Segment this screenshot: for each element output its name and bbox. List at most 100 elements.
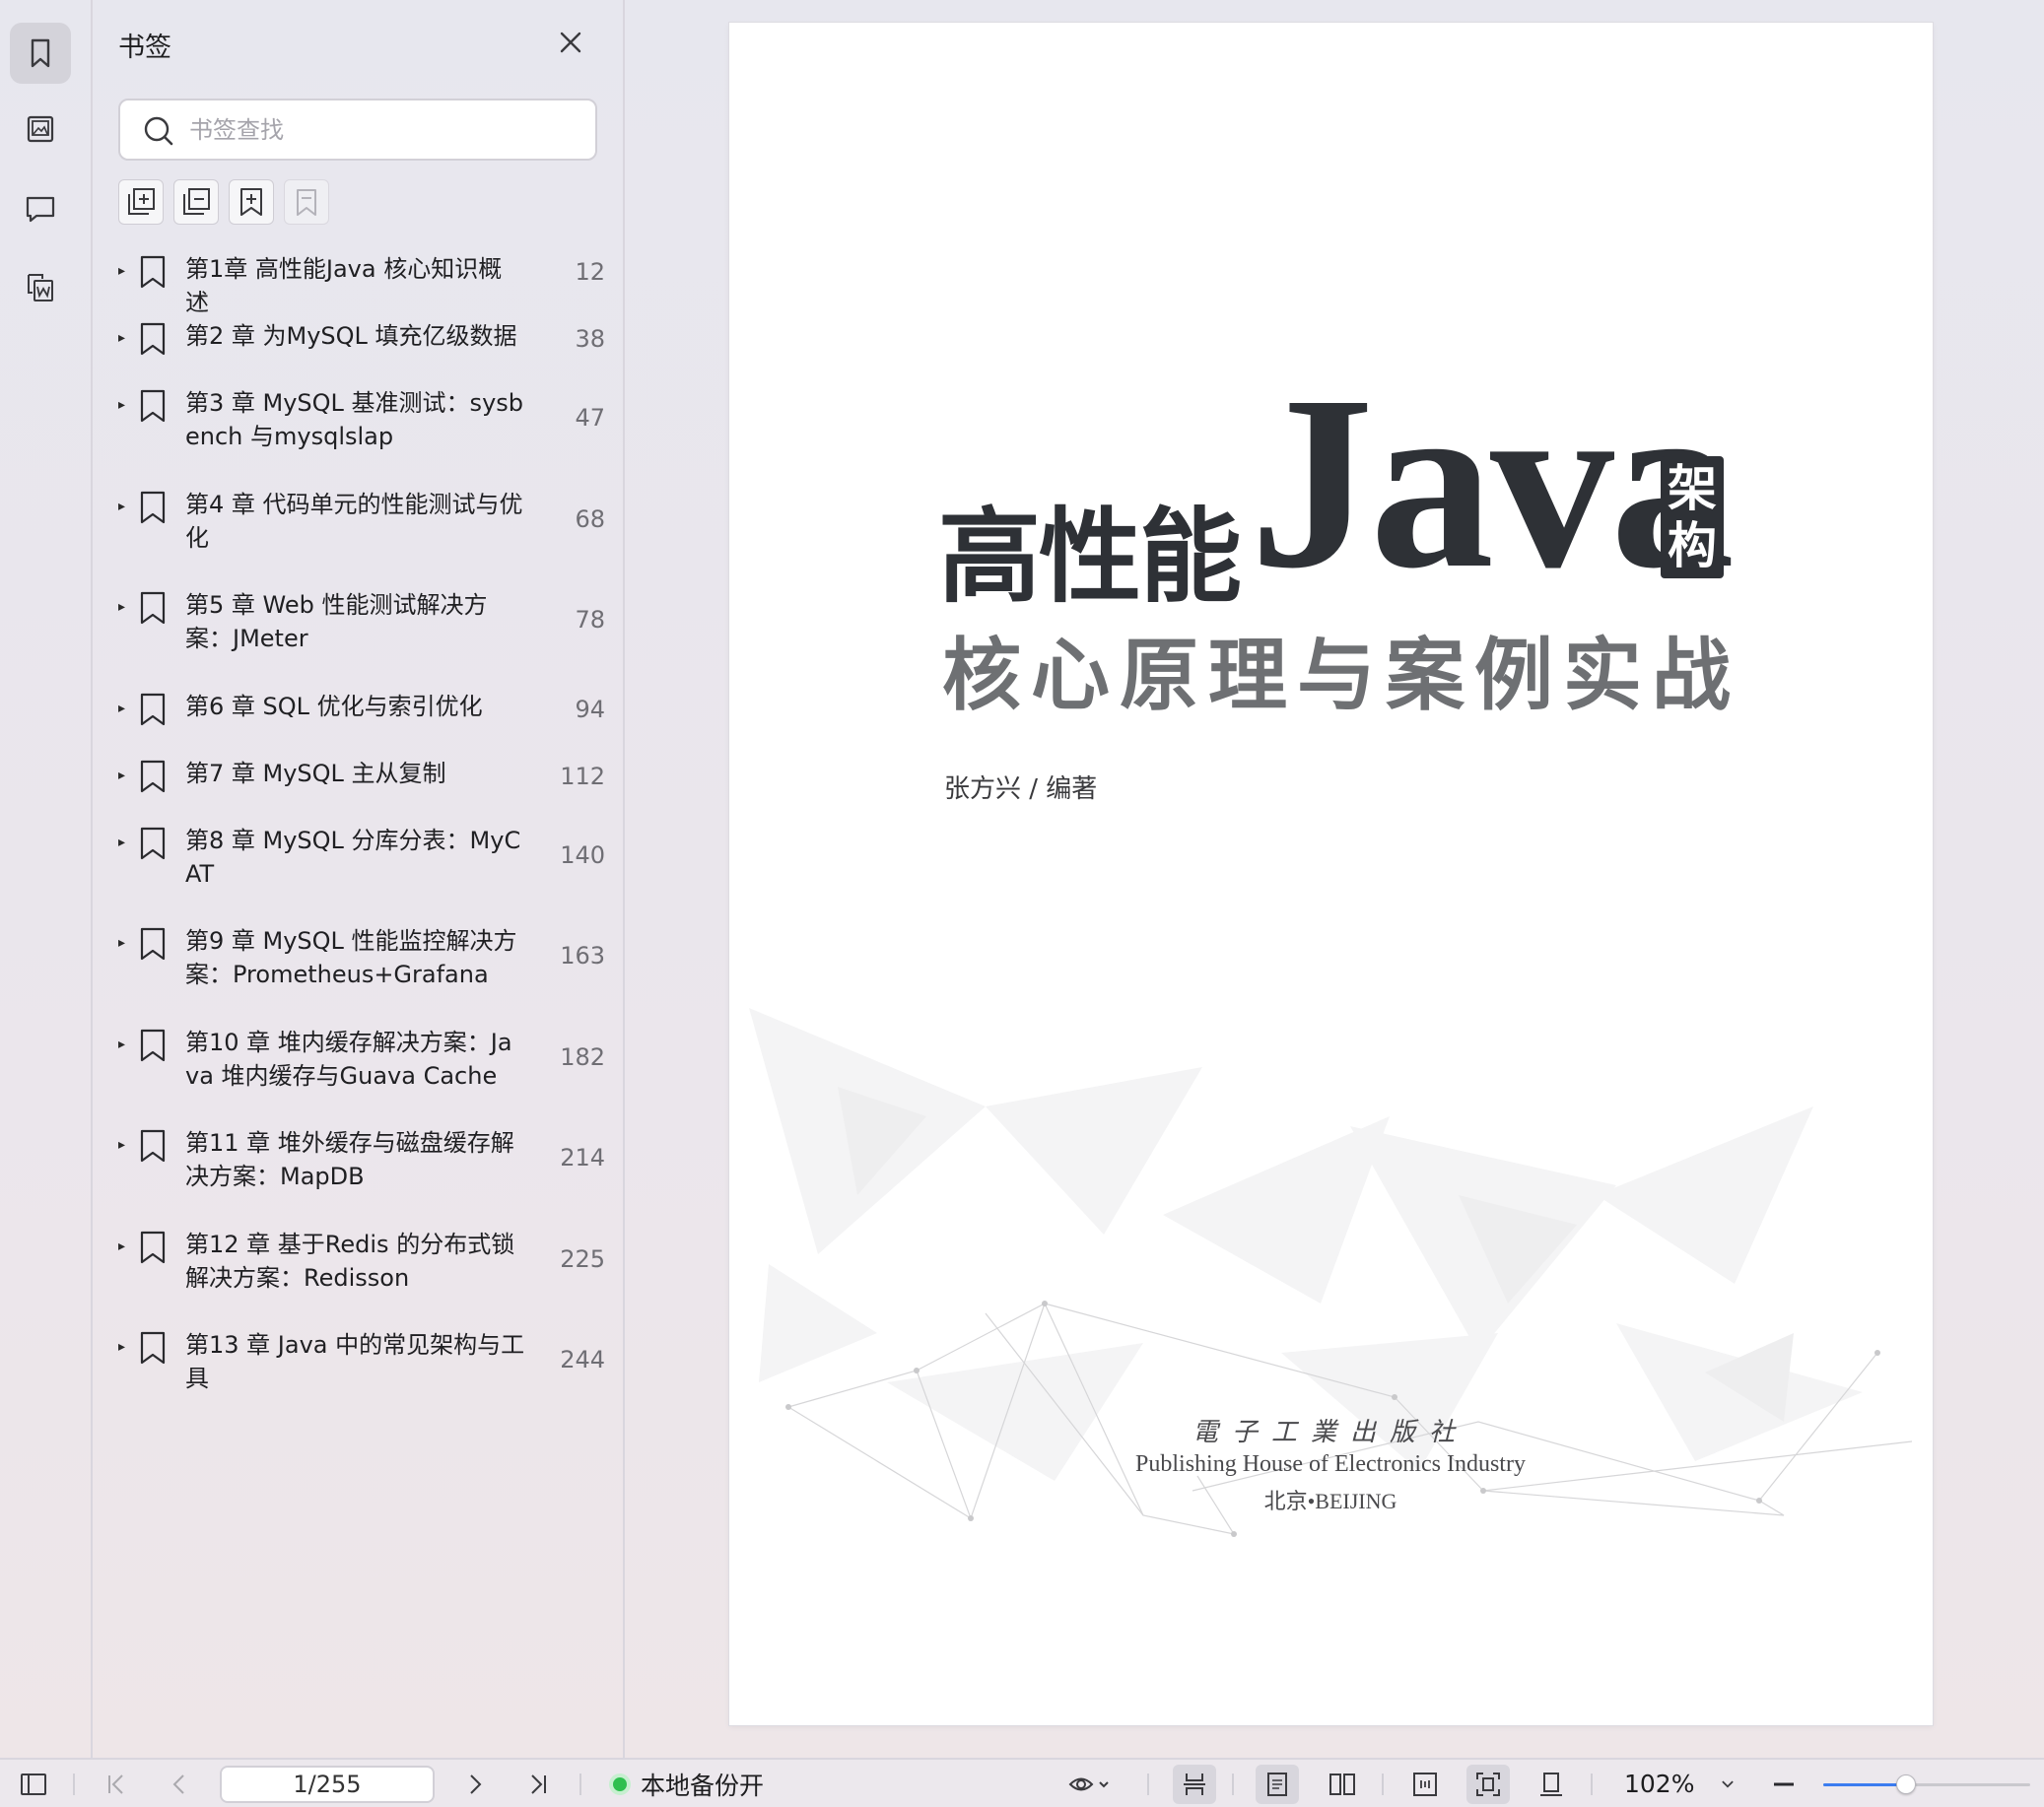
- bookmark-disabled-button[interactable]: [284, 179, 329, 225]
- cover-author: 张方兴 / 编著: [944, 774, 1098, 804]
- expand-arrow-icon[interactable]: ▸: [118, 1138, 132, 1152]
- bookmark-item[interactable]: ▸ 第6 章 SQL 优化与索引优化 94: [118, 690, 611, 741]
- bookmark-item[interactable]: ▸ 第2 章 为MySQL 填充亿级数据 38: [118, 319, 611, 370]
- collapse-all-icon: [183, 188, 210, 215]
- bookmark-item[interactable]: ▸ 第11 章 堆外缓存与磁盘缓存解决方案：MapDB 214: [118, 1126, 611, 1202]
- backup-label: 本地备份开: [641, 1772, 765, 1800]
- search-icon: [144, 116, 173, 146]
- bookmark-icon: [140, 827, 166, 859]
- read-mode-button[interactable]: [1060, 1760, 1120, 1807]
- bookmark-page-number: 182: [560, 1042, 605, 1071]
- previous-page-button[interactable]: [160, 1760, 199, 1807]
- page-rotate-icon: [1540, 1773, 1562, 1796]
- fit-width-button[interactable]: [1403, 1760, 1447, 1807]
- bookmark-item[interactable]: ▸ 第3 章 MySQL 基准测试：sysbench 与mysqlslap 47: [118, 386, 611, 462]
- rail-comment-button[interactable]: [10, 177, 71, 238]
- rail-convert-button[interactable]: [10, 256, 71, 317]
- next-page-button[interactable]: [455, 1760, 495, 1807]
- bookmark-item[interactable]: ▸ 第1章 高性能Java 核心知识概述 12: [118, 252, 611, 316]
- continuous-scroll-button[interactable]: [1173, 1765, 1216, 1804]
- bookmark-label: 第9 章 MySQL 性能监控解决方案：Prometheus+Grafana: [185, 927, 517, 988]
- bookmark-icon: [140, 760, 166, 792]
- toggle-sidebar-button[interactable]: [14, 1760, 53, 1807]
- expand-arrow-icon[interactable]: ▸: [118, 398, 132, 412]
- single-page-icon: [1267, 1773, 1287, 1796]
- fit-width-icon: [1413, 1773, 1437, 1796]
- expand-arrow-icon[interactable]: ▸: [118, 769, 132, 782]
- minus-icon: [1774, 1782, 1794, 1786]
- document-page: 高性能 Java 架 构 核心原理与案例实战 张方兴 / 编著 電子工業出版社 …: [729, 23, 1933, 1725]
- publisher-city: 北京•BEIJING: [1263, 1489, 1397, 1513]
- badge-char-1: 架: [1668, 459, 1717, 517]
- expand-arrow-icon[interactable]: ▸: [118, 500, 132, 513]
- cover-title-chinese: 高性能: [938, 496, 1242, 617]
- collapse-all-button[interactable]: [173, 179, 219, 225]
- bookmark-icon: [140, 1129, 166, 1163]
- add-bookmark-button[interactable]: [229, 179, 274, 225]
- zoom-out-button[interactable]: [1764, 1760, 1804, 1807]
- convert-doc-icon: [28, 274, 53, 301]
- page-orientation-button[interactable]: [1530, 1760, 1573, 1807]
- bookmark-item[interactable]: ▸ 第12 章 基于Redis 的分布式锁解决方案：Redisson 225: [118, 1228, 611, 1304]
- expand-arrow-icon[interactable]: ▸: [118, 331, 132, 345]
- bookmark-label: 第2 章 为MySQL 填充亿级数据: [185, 322, 517, 350]
- bookmark-page-number: 244: [560, 1346, 605, 1373]
- chevron-down-icon: [1722, 1780, 1734, 1788]
- bookmark-page-number: 47: [575, 404, 605, 432]
- expand-all-icon: [128, 188, 155, 215]
- bookmark-item[interactable]: ▸ 第10 章 堆内缓存解决方案：Java 堆内缓存与Guava Cache 182: [118, 1026, 611, 1102]
- bookmark-item[interactable]: ▸ 第9 章 MySQL 性能监控解决方案：Prometheus+Grafana 1…: [118, 924, 611, 1000]
- expand-arrow-icon[interactable]: ▸: [118, 836, 132, 849]
- zoom-slider-thumb[interactable]: [1896, 1774, 1916, 1794]
- expand-arrow-icon[interactable]: ▸: [118, 702, 132, 715]
- first-page-button[interactable]: [97, 1760, 136, 1807]
- eye-icon: [1068, 1777, 1109, 1791]
- two-page-icon: [1329, 1774, 1355, 1795]
- expand-arrow-icon[interactable]: ▸: [118, 1239, 132, 1253]
- expand-arrow-icon[interactable]: ▸: [118, 600, 132, 614]
- local-backup-toggle[interactable]: 本地备份开: [609, 1760, 764, 1807]
- cover-subtitle: 核心原理与案例实战: [942, 630, 1740, 721]
- bookmark-label: 第6 章 SQL 优化与索引优化: [185, 692, 483, 720]
- rail-bookmark-button[interactable]: [10, 23, 71, 84]
- divider: [1232, 1774, 1234, 1795]
- image-icon: [27, 115, 54, 143]
- expand-arrow-icon[interactable]: ▸: [118, 264, 132, 278]
- chevron-left-icon: [172, 1774, 184, 1794]
- status-bar: 本地备份开: [0, 1758, 2044, 1807]
- bookmark-page-number: 12: [575, 258, 605, 286]
- bookmark-label: 第3 章 MySQL 基准测试：sysbench 与mysqlslap: [185, 389, 524, 450]
- first-page-icon: [108, 1774, 123, 1794]
- expand-arrow-icon[interactable]: ▸: [118, 1037, 132, 1051]
- page-number-input[interactable]: [220, 1766, 435, 1803]
- expand-arrow-icon[interactable]: ▸: [118, 1340, 132, 1354]
- pdf-reader-window: 书签 书签查找 ▸ 第1章 高性能Java 核心知识概述 12 ▸ 第2 章 为…: [0, 0, 2044, 1807]
- expand-all-button[interactable]: [118, 179, 164, 225]
- bookmark-icon: [140, 389, 166, 423]
- bookmark-item[interactable]: ▸ 第5 章 Web 性能测试解决方案：JMeter 78: [118, 588, 611, 664]
- single-page-button[interactable]: [1256, 1765, 1299, 1804]
- bookmark-page-number: 94: [575, 695, 605, 723]
- close-panel-button[interactable]: [556, 28, 585, 57]
- last-page-button[interactable]: [518, 1760, 558, 1807]
- bookmark-label: 第1章 高性能Java 核心知识概述: [185, 255, 503, 316]
- fit-page-button[interactable]: [1466, 1765, 1510, 1804]
- bookmark-icon: [140, 693, 166, 725]
- zoom-level[interactable]: 102%: [1624, 1760, 1694, 1807]
- bookmark-search-input[interactable]: [189, 110, 583, 150]
- two-page-button[interactable]: [1321, 1760, 1364, 1807]
- sidebar-toggle-icon: [21, 1774, 46, 1795]
- divider: [73, 1774, 75, 1795]
- zoom-slider-fill: [1823, 1783, 1906, 1786]
- bookmark-item[interactable]: ▸ 第8 章 MySQL 分库分表：MyCAT 140: [118, 824, 611, 900]
- publisher-seal: 電子工業出版社: [1192, 1418, 1468, 1447]
- bookmark-item[interactable]: ▸ 第4 章 代码单元的性能测试与优化 68: [118, 488, 611, 564]
- bookmark-page-number: 140: [560, 840, 605, 869]
- bookmark-item[interactable]: ▸ 第13 章 Java 中的常见架构与工具 244: [118, 1328, 611, 1404]
- zoom-slider[interactable]: [1823, 1774, 2030, 1794]
- bookmark-label: 第12 章 基于Redis 的分布式锁解决方案：Redisson: [185, 1230, 515, 1292]
- bookmark-item[interactable]: ▸ 第7 章 MySQL 主从复制 112: [118, 757, 611, 808]
- expand-arrow-icon[interactable]: ▸: [118, 936, 132, 950]
- rail-image-button[interactable]: [10, 99, 71, 160]
- zoom-dropdown-button[interactable]: [1713, 1760, 1742, 1807]
